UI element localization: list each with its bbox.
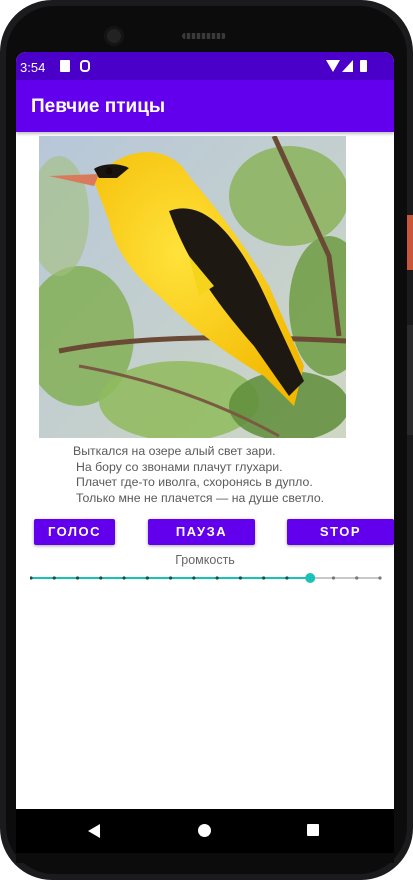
sync-icon [80, 60, 90, 72]
volume-tick [238, 576, 242, 580]
volume-label: Громкость [175, 553, 235, 567]
wifi-icon [326, 60, 340, 72]
bottom-bezel [16, 853, 394, 863]
volume-tick [145, 576, 149, 580]
navigation-bar [16, 809, 394, 853]
bird-image [39, 136, 346, 438]
phone-frame: 3:54 Певчие птицы Выткался на озере алый… [0, 0, 413, 880]
app-screen: 3:54 Певчие птицы Выткался на озере алый… [16, 52, 394, 845]
volume-tick [262, 576, 266, 580]
pause-button[interactable]: ПАУЗА [148, 519, 255, 545]
front-camera [104, 26, 124, 46]
poem-text: Выткался на озере алый свет зари. На бор… [73, 444, 373, 506]
status-bar: 3:54 [16, 52, 394, 80]
app-title: Певчие птицы [31, 96, 166, 117]
volume-tick [122, 576, 126, 580]
volume-tick [75, 576, 80, 580]
volume-tick [215, 576, 219, 580]
poem-line: На бору со звонами плачут глухари. [76, 459, 283, 474]
stop-button[interactable]: STOP [287, 519, 394, 545]
poem-line: Плачет где-то иволга, схоронясь в дупло. [76, 475, 313, 490]
volume-tick [331, 576, 336, 580]
poem-line: Только мне не плачется — на душе светло. [76, 490, 325, 505]
volume-thumb[interactable] [305, 573, 316, 583]
back-icon[interactable] [88, 824, 100, 838]
volume-tick [285, 576, 289, 580]
recents-icon[interactable] [307, 824, 319, 836]
app-bar: Певчие птицы [16, 80, 394, 132]
volume-slider[interactable] [30, 568, 382, 588]
poem-line: Выткался на озере алый свет зари. [73, 444, 276, 458]
voice-button[interactable]: ГОЛОС [34, 519, 115, 545]
sd-card-icon [60, 60, 70, 72]
power-button [407, 215, 413, 270]
volume-tick [169, 576, 173, 580]
volume-tick [355, 576, 359, 580]
volume-tick [30, 576, 33, 580]
home-icon[interactable] [198, 824, 211, 837]
volume-tick [99, 576, 103, 580]
status-time: 3:54 [20, 60, 46, 75]
signal-icon [342, 60, 353, 72]
volume-rocker [407, 325, 413, 435]
volume-tick [378, 576, 382, 580]
volume-tick [52, 576, 56, 580]
battery-icon [360, 60, 367, 72]
earpiece-speaker [182, 33, 226, 39]
volume-tick [192, 576, 196, 580]
